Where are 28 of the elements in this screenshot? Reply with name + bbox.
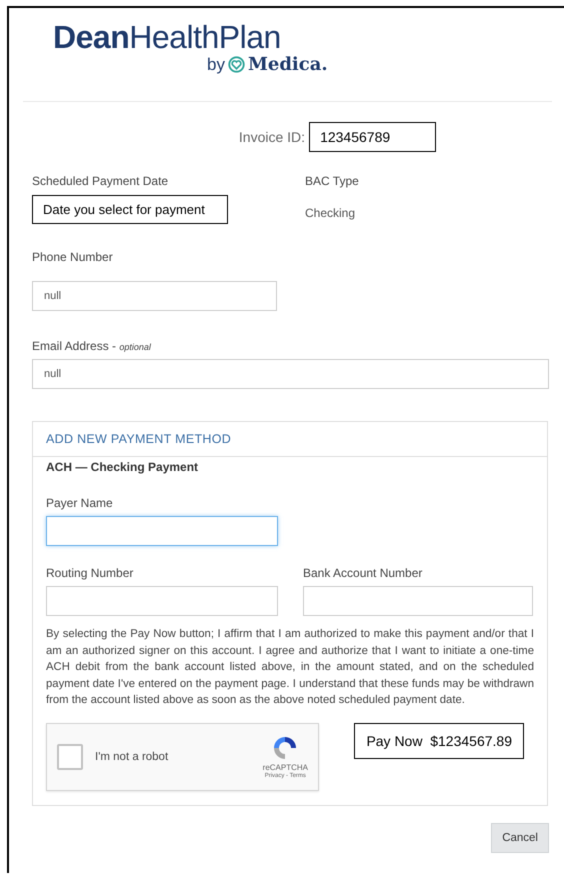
field-label: Phone Number <box>32 250 113 264</box>
field-value: Checking <box>305 206 356 220</box>
field-label: Payer Name <box>46 496 113 510</box>
section-title: ACH — Checking Payment <box>46 460 200 474</box>
agreement-text: By selecting the Pay Now button; I affirm that I am authorized to make this payment and/or that I am an authorized signer on this account. I agree and authorize that I want to initiate a one-time ACH debit from the bank account listed above, in the amount stated, and on the scheduled payment date I've entered on the payment page. I understand that these funds may be withdrawn from the account listed above as soon as the above noted scheduled payment date. <box>46 627 534 708</box>
pay-now-button[interactable]: Pay Now $1234567.89 <box>354 722 524 758</box>
field-label: Bank Account Number <box>303 566 424 580</box>
logo-by: by <box>207 54 225 74</box>
input-field[interactable]: null <box>32 281 277 311</box>
field-label: Email Address - optional <box>32 339 151 353</box>
field-label: BAC Type <box>305 174 359 188</box>
input-field[interactable] <box>46 586 278 616</box>
invoice-id: 123456789 <box>309 122 436 152</box>
input-field[interactable] <box>46 516 278 546</box>
panel-title: ADD NEW PAYMENT METHOD <box>33 422 547 457</box>
heart-logo-icon <box>228 56 245 73</box>
input-field[interactable] <box>303 586 533 616</box>
logo-wordmark: DeanHealthPlan <box>53 20 281 54</box>
captcha-label: I'm not a robot <box>95 750 168 762</box>
input-field[interactable]: null <box>32 359 549 389</box>
field-label: Scheduled Payment Date <box>32 174 168 188</box>
checkbox[interactable] <box>57 744 83 770</box>
logo-brand: Medica. <box>248 54 328 75</box>
cancel-button[interactable]: Cancel <box>491 822 549 852</box>
captcha-brand: reCAPTCHA <box>262 763 308 772</box>
invoice-label: Invoice ID: <box>238 129 306 145</box>
field-label: Routing Number <box>46 566 134 580</box>
callout-note: Date you select for payment <box>32 195 228 224</box>
